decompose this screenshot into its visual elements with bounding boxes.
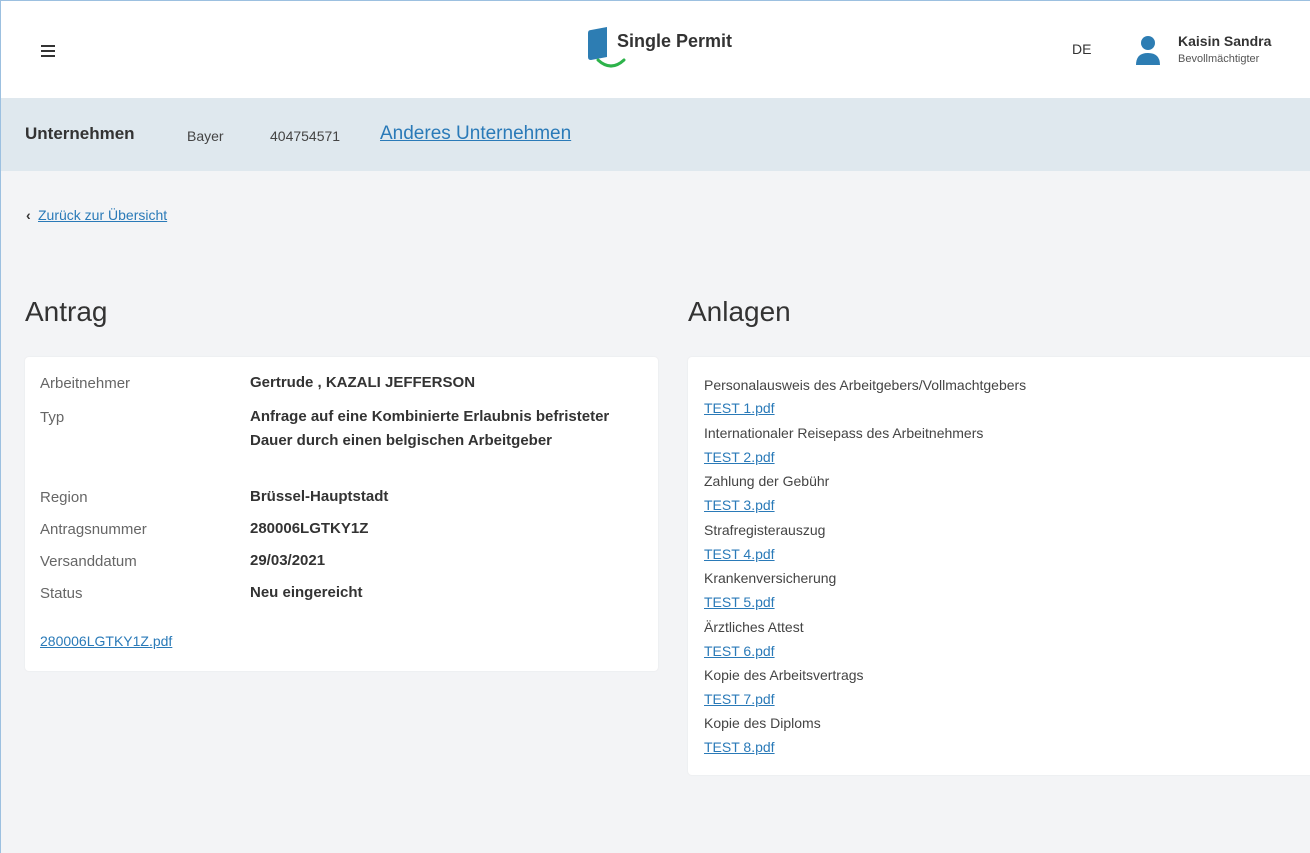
attachment-file-link[interactable]: TEST 2.pdf [704,449,775,465]
chevron-left-icon: ‹ [26,207,31,223]
app-title: Single Permit [617,31,733,51]
attachment-file-link[interactable]: TEST 5.pdf [704,594,775,610]
attachments-card: Personalausweis des Arbeitgebers/Vollmac… [688,357,1310,775]
field-label: Status [40,585,83,602]
change-company-link[interactable]: Anderes Unternehmen [380,123,571,145]
field-label: Antragsnummer [40,521,147,538]
top-bar: Single Permit DE Kaisin Sandra Bevollmäc… [1,1,1310,98]
attachment-file-link[interactable]: TEST 3.pdf [704,497,775,513]
field-value: 280006LGTKY1Z [250,520,369,537]
application-pdf-link[interactable]: 280006LGTKY1Z.pdf [40,633,172,649]
field-label: Region [40,489,88,506]
attachment-file-link[interactable]: TEST 7.pdf [704,691,775,707]
app-logo[interactable]: Single Permit [585,25,785,77]
field-value: Gertrude , KAZALI JEFFERSON [250,374,476,391]
hamburger-menu-icon[interactable] [41,45,55,57]
logo-book-icon [588,27,607,60]
language-selector[interactable]: DE [1072,41,1091,57]
attachment-file-link[interactable]: TEST 1.pdf [704,400,775,416]
field-value: Anfrage auf eine Kombinierte Erlaubnis b… [250,408,610,449]
logo-smile-icon [596,58,626,68]
attachment-name: Internationaler Reisepass des Arbeitnehm… [704,425,984,441]
attachment-file-link[interactable]: TEST 4.pdf [704,546,775,562]
attachment-name: Strafregisterauszug [704,522,826,538]
user-avatar-icon[interactable] [1135,34,1161,66]
user-name[interactable]: Kaisin Sandra [1178,33,1271,49]
attachment-name: Zahlung der Gebühr [704,473,830,489]
app-frame: Single Permit DE Kaisin Sandra Bevollmäc… [0,0,1310,853]
company-name: Bayer [187,128,224,144]
field-value: Brüssel-Hauptstadt [250,488,389,505]
back-link-label: Zurück zur Übersicht [38,207,168,223]
attachment-name: Kopie des Arbeitsvertrags [704,667,864,683]
company-bar: Unternehmen Bayer 404754571 Anderes Unte… [1,98,1310,171]
company-number: 404754571 [270,128,341,144]
field-value: 29/03/2021 [250,552,326,569]
field-label: Typ [40,409,65,426]
application-heading: Antrag [25,296,108,327]
application-card: Arbeitnehmer Gertrude , KAZALI JEFFERSON… [25,357,658,671]
attachment-name: Ärztliches Attest [704,619,804,635]
attachment-name: Krankenversicherung [704,570,837,586]
field-label: Versanddatum [40,553,137,570]
attachment-name: Kopie des Diploms [704,715,821,731]
back-to-overview-link[interactable]: ‹ Zurück zur Übersicht [26,207,167,223]
field-value: Neu eingereicht [250,584,363,601]
company-label: Unternehmen [25,124,135,143]
user-role: Bevollmächtigter [1178,53,1260,65]
attachment-file-link[interactable]: TEST 8.pdf [704,739,775,755]
attachment-name: Personalausweis des Arbeitgebers/Vollmac… [704,377,1027,393]
attachment-file-link[interactable]: TEST 6.pdf [704,643,775,659]
field-label: Arbeitnehmer [40,375,131,392]
attachments-heading: Anlagen [688,296,791,327]
